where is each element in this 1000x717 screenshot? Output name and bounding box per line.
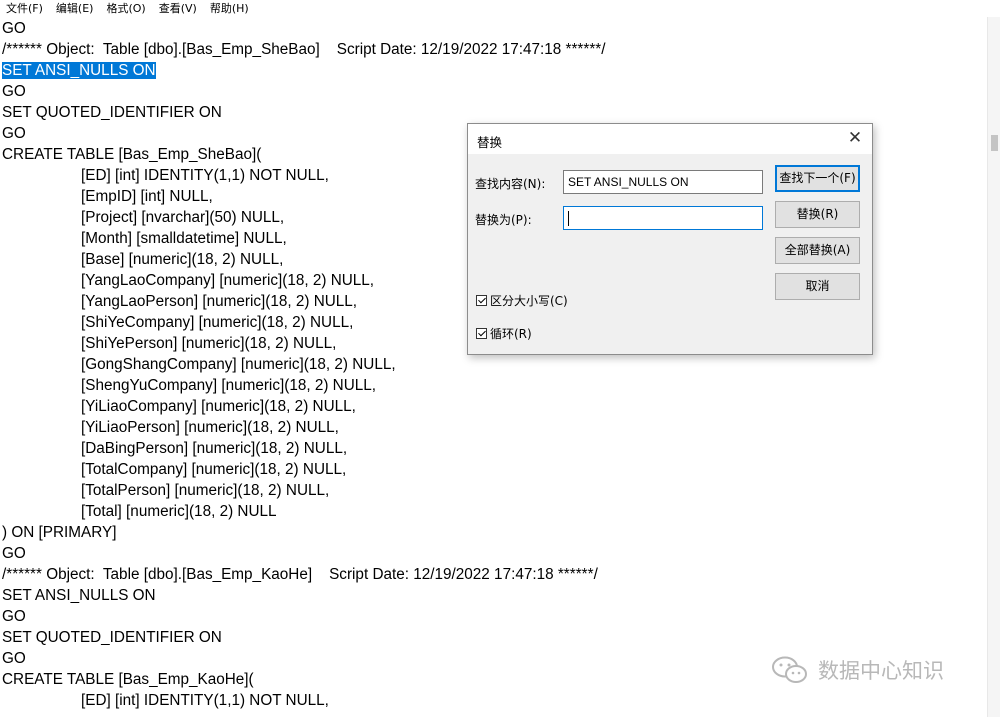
- editor-line: [Total] [numeric](18, 2) NULL: [81, 501, 277, 522]
- editor-line: SET ANSI_NULLS ON: [2, 585, 156, 606]
- menu-edit[interactable]: 编辑(E): [50, 0, 101, 17]
- text-caret: [568, 211, 569, 227]
- editor-line: GO: [2, 18, 26, 39]
- match-case-checkbox[interactable]: [476, 295, 487, 306]
- menu-view[interactable]: 查看(V): [153, 0, 204, 17]
- editor-line: ) ON [PRIMARY]: [2, 522, 116, 543]
- editor-line: SET QUOTED_IDENTIFIER ON: [2, 627, 222, 648]
- editor-line-text: SET QUOTED_IDENTIFIER ON: [2, 104, 222, 121]
- editor-line-text: [EmpID] [int] NULL,: [81, 188, 213, 205]
- editor-line-text: GO: [2, 125, 26, 142]
- editor-line: GO: [2, 648, 26, 669]
- editor-line-text: CREATE TABLE [Bas_Emp_SheBao](: [2, 146, 262, 163]
- editor-line: [EmpID] [int] NULL,: [81, 186, 213, 207]
- editor-line-text: GO: [2, 608, 26, 625]
- editor-line: [ED] [int] IDENTITY(1,1) NOT NULL,: [81, 690, 329, 711]
- editor-line: CREATE TABLE [Bas_Emp_SheBao](: [2, 144, 261, 165]
- menu-format[interactable]: 格式(O): [100, 0, 152, 17]
- editor-line-text: GO: [2, 650, 26, 667]
- editor-line: [YiLiaoPerson] [numeric](18, 2) NULL,: [81, 417, 339, 438]
- editor-line: [GongShangCompany] [numeric](18, 2) NULL…: [81, 354, 396, 375]
- replace-input[interactable]: [563, 206, 763, 230]
- wrap-checkbox[interactable]: [476, 328, 487, 339]
- scrollbar-thumb[interactable]: [991, 135, 998, 151]
- editor-line-text: [TotalCompany] [numeric](18, 2) NULL,: [81, 461, 347, 478]
- find-input-value: SET ANSI_NULLS ON: [568, 175, 689, 189]
- editor-line: [ShiYeCompany] [numeric](18, 2) NULL,: [81, 312, 353, 333]
- editor-line-text: SET ANSI_NULLS ON: [2, 587, 156, 604]
- menu-bar: 文件(F) 编辑(E) 格式(O) 查看(V) 帮助(H): [0, 0, 1000, 17]
- cancel-button[interactable]: 取消: [775, 273, 860, 300]
- editor-line-text: SET QUOTED_IDENTIFIER ON: [2, 629, 222, 646]
- editor-line: [ED] [int] IDENTITY(1,1) NOT NULL,: [81, 165, 329, 186]
- editor-line: SET ANSI_NULLS ON: [2, 60, 156, 81]
- editor-line-text: [Total] [numeric](18, 2) NULL: [81, 503, 277, 520]
- watermark: 数据中心知识: [770, 655, 944, 685]
- editor-line-text: [YangLaoPerson] [numeric](18, 2) NULL,: [81, 293, 358, 310]
- editor-line-text: [ShengYuCompany] [numeric](18, 2) NULL,: [81, 377, 377, 394]
- editor-line-text: GO: [2, 545, 26, 562]
- match-case-label: 区分大小写(C): [490, 294, 568, 308]
- editor-line-text: [YiLiaoPerson] [numeric](18, 2) NULL,: [81, 419, 339, 436]
- editor-line: [TotalPerson] [numeric](18, 2) NULL,: [81, 480, 329, 501]
- editor-line-text: GO: [2, 20, 26, 37]
- vertical-scrollbar[interactable]: [987, 17, 1000, 717]
- editor-line-text: ) ON [PRIMARY]: [2, 524, 117, 541]
- editor-line-text: SET ANSI_NULLS ON: [2, 62, 156, 79]
- editor-line-text: [ShiYeCompany] [numeric](18, 2) NULL,: [81, 314, 354, 331]
- replace-label: 替换为(P):: [475, 213, 532, 227]
- editor-line-text: [ED] [int] IDENTITY(1,1) NOT NULL,: [81, 692, 329, 709]
- menu-file[interactable]: 文件(F): [0, 0, 50, 17]
- replace-button[interactable]: 替换(R): [775, 201, 860, 228]
- menu-help[interactable]: 帮助(H): [204, 0, 256, 17]
- editor-line-text: [ShiYePerson] [numeric](18, 2) NULL,: [81, 335, 337, 352]
- editor-line-text: [Base] [numeric](18, 2) NULL,: [81, 251, 284, 268]
- dialog-title: 替换: [477, 135, 503, 150]
- editor-line-text: /****** Object: Table [dbo].[Bas_Emp_Kao…: [2, 566, 598, 583]
- editor-line: CREATE TABLE [Bas_Emp_KaoHe](: [2, 669, 254, 690]
- editor-line-text: GO: [2, 83, 26, 100]
- find-label: 查找内容(N):: [475, 177, 546, 191]
- editor-line: [YangLaoPerson] [numeric](18, 2) NULL,: [81, 291, 357, 312]
- editor-line: GO: [2, 81, 26, 102]
- replace-all-button[interactable]: 全部替换(A): [775, 237, 860, 264]
- editor-line: [Project] [nvarchar](50) NULL,: [81, 207, 284, 228]
- editor-line-text: [DaBingPerson] [numeric](18, 2) NULL,: [81, 440, 348, 457]
- editor-line-text: CREATE TABLE [Bas_Emp_KaoHe](: [2, 671, 254, 688]
- editor-line: [YiLiaoCompany] [numeric](18, 2) NULL,: [81, 396, 356, 417]
- editor-line: /****** Object: Table [dbo].[Bas_Emp_Kao…: [2, 564, 598, 585]
- match-case-option[interactable]: 区分大小写(C): [476, 292, 568, 309]
- close-icon[interactable]: ✕: [846, 129, 864, 147]
- editor-line: GO: [2, 543, 26, 564]
- editor-line: [YangLaoCompany] [numeric](18, 2) NULL,: [81, 270, 374, 291]
- editor-line: [ShengYuCompany] [numeric](18, 2) NULL,: [81, 375, 376, 396]
- editor-line: [Base] [numeric](18, 2) NULL,: [81, 249, 283, 270]
- editor-line: /****** Object: Table [dbo].[Bas_Emp_She…: [2, 39, 606, 60]
- replace-dialog: 替换 ✕ 查找内容(N): SET ANSI_NULLS ON 替换为(P): …: [467, 123, 873, 355]
- editor-line: [Month] [smalldatetime] NULL,: [81, 228, 287, 249]
- text-editor[interactable]: GO /****** Object: Table [dbo].[Bas_Emp_S…: [0, 17, 987, 717]
- wechat-icon: [772, 656, 807, 683]
- editor-line-text: /****** Object: Table [dbo].[Bas_Emp_She…: [2, 41, 606, 58]
- editor-line: GO: [2, 606, 26, 627]
- editor-line: [DaBingPerson] [numeric](18, 2) NULL,: [81, 438, 347, 459]
- find-next-button[interactable]: 查找下一个(F): [775, 165, 860, 192]
- editor-line: [ShiYePerson] [numeric](18, 2) NULL,: [81, 333, 336, 354]
- wrap-label: 循环(R): [490, 327, 532, 341]
- editor-line-text: [YiLiaoCompany] [numeric](18, 2) NULL,: [81, 398, 356, 415]
- editor-line: GO: [2, 123, 26, 144]
- editor-line-text: [Project] [nvarchar](50) NULL,: [81, 209, 285, 226]
- editor-line-text: [TotalPerson] [numeric](18, 2) NULL,: [81, 482, 330, 499]
- watermark-text: 数据中心知识: [818, 659, 944, 683]
- editor-line-text: [GongShangCompany] [numeric](18, 2) NULL…: [81, 356, 396, 373]
- editor-line: SET QUOTED_IDENTIFIER ON: [2, 102, 222, 123]
- dialog-titlebar: 替换 ✕: [468, 124, 872, 154]
- find-input[interactable]: SET ANSI_NULLS ON: [563, 170, 763, 194]
- editor-line: [TotalCompany] [numeric](18, 2) NULL,: [81, 459, 346, 480]
- wrap-option[interactable]: 循环(R): [476, 325, 532, 342]
- editor-line-text: [ED] [int] IDENTITY(1,1) NOT NULL,: [81, 167, 329, 184]
- editor-line-text: [Month] [smalldatetime] NULL,: [81, 230, 287, 247]
- editor-line-text: [YangLaoCompany] [numeric](18, 2) NULL,: [81, 272, 375, 289]
